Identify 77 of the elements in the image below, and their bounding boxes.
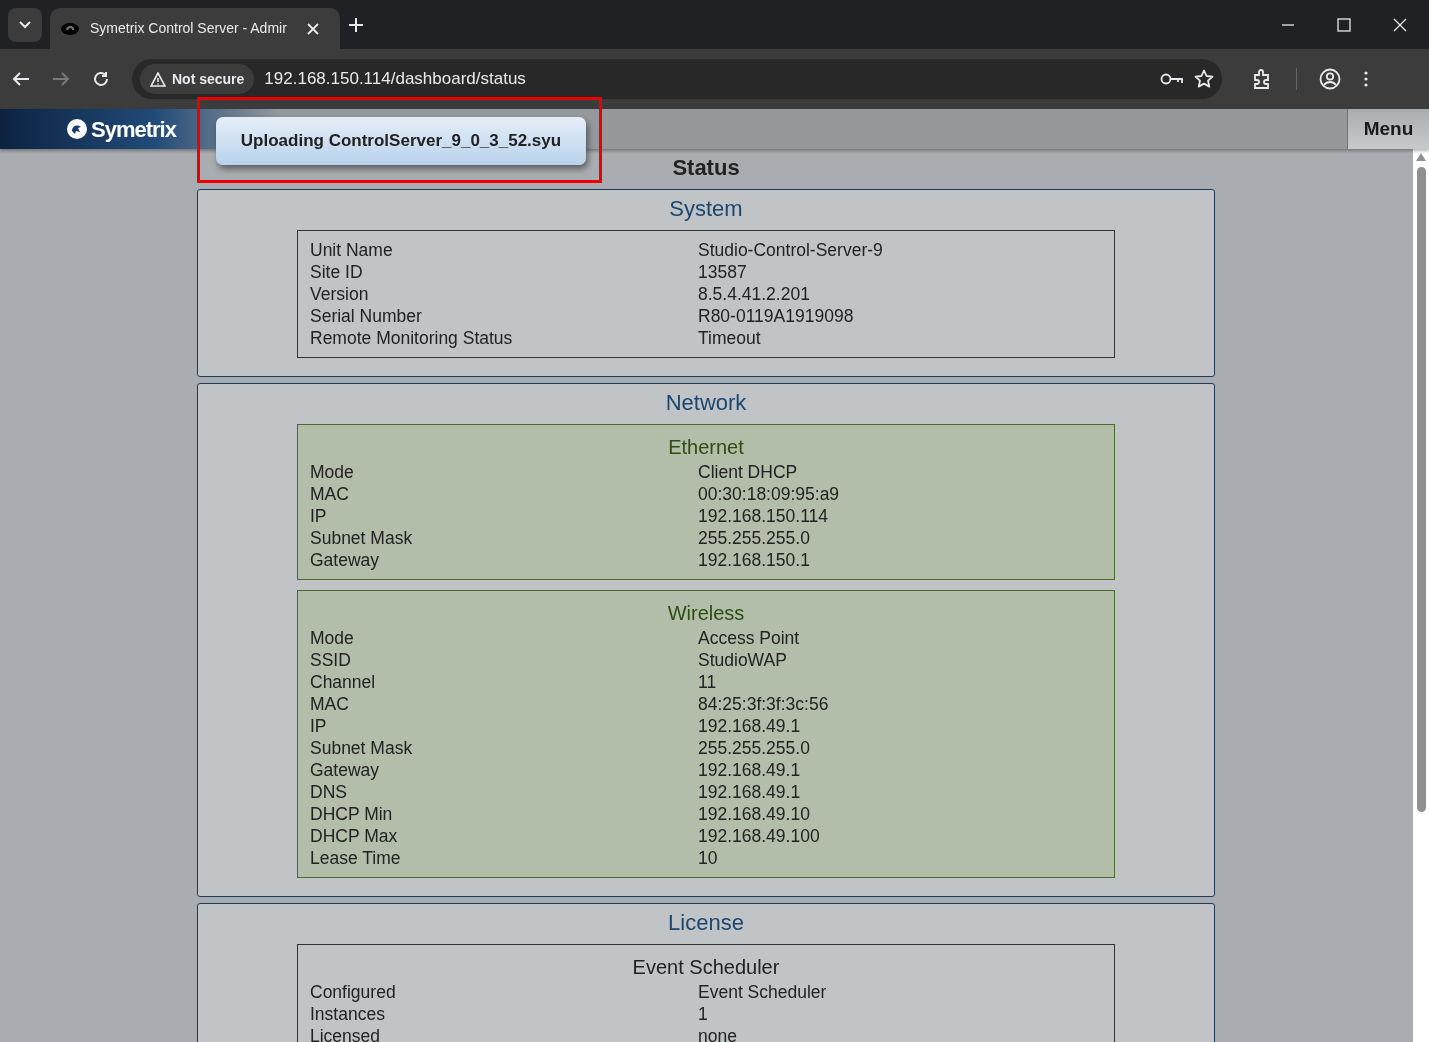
field-value: 192.168.49.1 (698, 781, 802, 803)
field-label: Subnet Mask (310, 737, 414, 759)
field-label: IP (310, 505, 328, 527)
field-value: 255.255.255.0 (698, 527, 811, 549)
field-value: 192.168.49.1 (698, 715, 802, 737)
field-label: Licensed (310, 1025, 382, 1042)
field-value: StudioWAP (698, 649, 788, 671)
field-value: 192.168.49.1 (698, 759, 802, 781)
field-label: Subnet Mask (310, 527, 414, 549)
warning-icon (150, 71, 166, 87)
field-value: Event Scheduler (698, 981, 828, 1003)
address-field[interactable]: 192.168.150.114/dashboard/status (264, 66, 1150, 92)
scroll-up-icon[interactable] (1416, 153, 1426, 161)
scrollbar[interactable] (1413, 149, 1429, 1042)
field-value: 192.168.49.10 (698, 803, 811, 825)
field-label: DNS (310, 781, 348, 803)
field-label: Version (310, 283, 370, 305)
field-value: Access Point (698, 627, 801, 649)
profile-icon[interactable] (1319, 68, 1341, 90)
field-label: Instances (310, 1003, 386, 1025)
field-label: Serial Number (310, 305, 423, 327)
tab-list-button[interactable] (8, 7, 42, 42)
field-value: 255.255.255.0 (698, 737, 811, 759)
logo-text: Symetrix (91, 115, 176, 144)
field-value: Client DHCP (698, 461, 799, 483)
site-favicon (60, 21, 80, 36)
group-title: Ethernet (667, 435, 745, 460)
field-label: MAC (310, 483, 350, 505)
group-title: Event Scheduler (631, 955, 781, 980)
page-title: Status (671, 154, 741, 182)
close-icon[interactable] (1393, 17, 1407, 32)
field-label: Unit Name (310, 239, 394, 261)
field-value: 00:30:18:09:95:a9 (698, 483, 841, 505)
field-label: DHCP Min (310, 803, 394, 825)
reload-icon[interactable] (92, 70, 110, 88)
new-tab-icon[interactable] (348, 16, 364, 33)
field-value: 192.168.49.100 (698, 825, 821, 847)
field-label: Gateway (310, 549, 381, 571)
field-value: 8.5.4.41.2.201 (698, 283, 811, 305)
field-value: 192.168.150.1 (698, 549, 811, 571)
star-icon[interactable] (1194, 69, 1214, 89)
field-value: 11 (698, 671, 718, 693)
field-label: DHCP Max (310, 825, 399, 847)
field-label: Site ID (310, 261, 364, 283)
field-value: 10 (698, 847, 719, 869)
chevron-down-icon (18, 19, 32, 30)
browser-tab[interactable]: Symetrix Control Server - Admir (50, 8, 340, 49)
group-title: Wireless (666, 601, 746, 626)
menu-button[interactable]: Menu (1347, 109, 1429, 149)
field-value: none (698, 1025, 738, 1042)
field-label: Remote Monitoring Status (310, 327, 514, 349)
key-icon[interactable] (1160, 72, 1184, 86)
field-value: Timeout (698, 327, 762, 349)
field-label: Mode (310, 461, 355, 483)
logo-icon (66, 118, 88, 140)
field-label: Gateway (310, 759, 381, 781)
upload-toast: Uploading ControlServer_9_0_3_52.syu (216, 117, 586, 165)
section-title: License (667, 909, 745, 937)
field-value: 192.168.150.114 (698, 505, 830, 527)
section-title: System (668, 195, 744, 223)
field-label: Mode (310, 627, 355, 649)
field-label: SSID (310, 649, 352, 671)
field-value: 1 (698, 1003, 709, 1025)
back-icon[interactable] (12, 71, 30, 87)
field-value: Studio-Control-Server-9 (698, 239, 884, 261)
security-chip[interactable]: Not secure (140, 64, 255, 94)
maximize-icon[interactable] (1337, 17, 1351, 32)
more-icon[interactable] (1363, 70, 1369, 88)
field-label: Lease Time (310, 847, 402, 869)
field-label: MAC (310, 693, 350, 715)
field-label: Configured (310, 981, 397, 1003)
field-value: 13587 (698, 261, 748, 283)
field-value: R80-0119A1919098 (698, 305, 855, 327)
section-title: Network (664, 389, 748, 417)
field-label: IP (310, 715, 328, 737)
field-label: Channel (310, 671, 377, 693)
field-value: 84:25:3f:3f:3c:56 (698, 693, 830, 715)
